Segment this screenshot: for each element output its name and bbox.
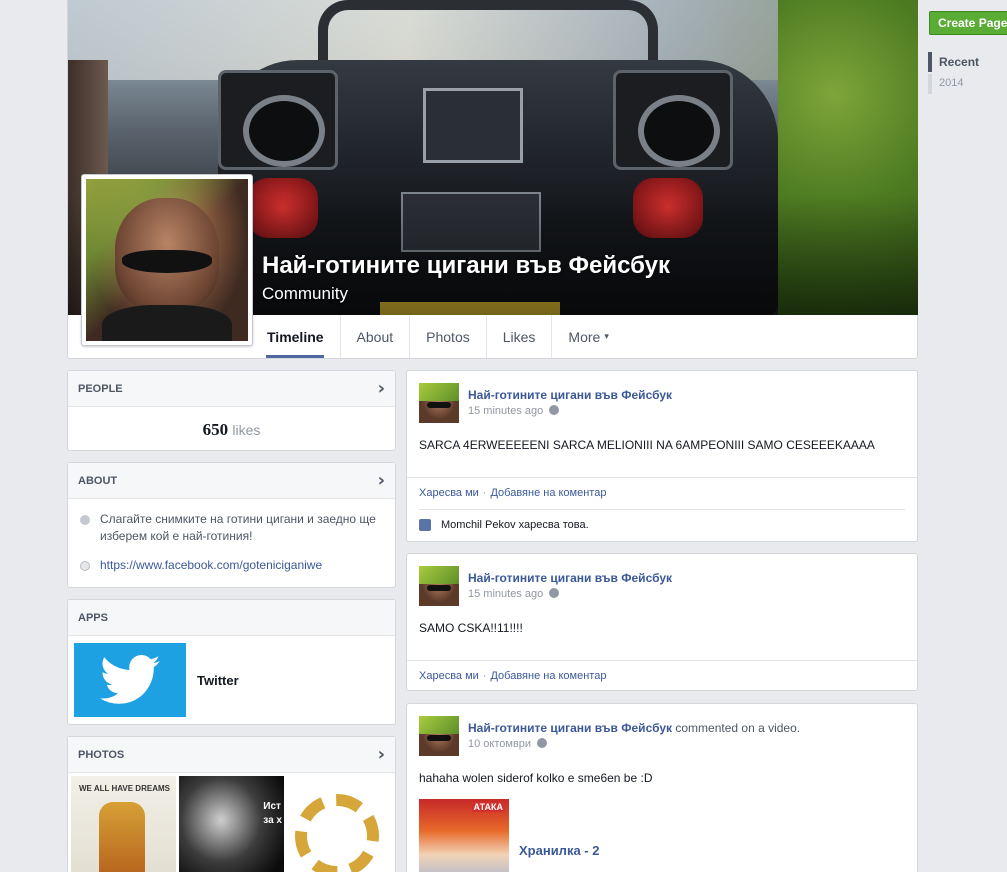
likes-label: likes <box>232 422 261 438</box>
profile-picture[interactable] <box>81 174 253 346</box>
post-action-text: commented on a video. <box>675 721 801 735</box>
create-page-button[interactable]: Create Page <box>929 11 1007 35</box>
post-author-link[interactable]: Най-готините цигани във Фейсбук <box>468 571 672 585</box>
photo-thumbnail[interactable]: WE ALL HAVE DREAMS <box>71 776 176 872</box>
chevron-right-icon[interactable]: › <box>378 745 385 764</box>
globe-icon <box>549 588 560 598</box>
photos-heading: PHOTOS <box>78 748 125 761</box>
post-avatar[interactable] <box>419 716 459 756</box>
info-icon <box>80 515 90 525</box>
post-actions: Харесва ми · Добавяне на коментар <box>407 477 917 507</box>
likes-summary-text[interactable]: Momchil Pekov харесва това. <box>441 519 589 531</box>
cover-card: Най-готините цигани във Фейсбук Communit… <box>67 0 918 359</box>
post-text: SAMO CSKA!!11!!!! <box>419 621 523 635</box>
comment-link[interactable]: Добавяне на коментар <box>490 670 606 682</box>
thumbs-up-icon <box>419 518 431 531</box>
people-heading: PEOPLE <box>78 382 123 395</box>
photo-thumbnail[interactable]: Ист за х <box>179 776 284 872</box>
post-likes-summary: Momchil Pekov харесва това. <box>419 509 905 539</box>
tab-more[interactable]: More ▾ <box>552 315 624 358</box>
post-timestamp[interactable]: 10 октомври <box>468 738 531 750</box>
tab-photos[interactable]: Photos <box>410 315 487 358</box>
likes-number: 650 <box>202 420 229 439</box>
about-card: ABOUT › Слагайте снимките на готини цига… <box>67 462 396 588</box>
likes-count: 650 likes <box>68 407 395 440</box>
tab-label: About <box>356 328 394 345</box>
timeline-post: Най-готините цигани във Фейсбук commente… <box>406 703 918 872</box>
like-link[interactable]: Харесва ми <box>419 670 479 682</box>
page-category: Community <box>262 284 348 303</box>
photos-header[interactable]: PHOTOS › <box>68 737 395 773</box>
video-brand: АТАКА <box>471 802 505 812</box>
like-link[interactable]: Харесва ми <box>419 487 479 499</box>
tab-timeline[interactable]: Timeline <box>255 315 341 358</box>
tab-label: More <box>568 328 601 345</box>
tab-label: Photos <box>426 328 470 345</box>
about-url-row: https://www.facebook.com/goteniciganiwe <box>68 545 395 574</box>
photo-caption: Ист за х <box>263 801 282 826</box>
post-avatar[interactable] <box>419 383 459 423</box>
separator: · <box>482 486 487 499</box>
people-header[interactable]: PEOPLE › <box>68 371 395 407</box>
post-author-link[interactable]: Най-готините цигани във Фейсбук <box>468 721 672 735</box>
about-heading: ABOUT <box>78 474 118 487</box>
post-text: SARCA 4ERWEEEEENI SARCA MELIONIII NA 6AM… <box>419 438 875 452</box>
page-title[interactable]: Най-готините цигани във Фейсбук <box>262 252 670 280</box>
separator: · <box>482 669 487 682</box>
about-description: Слагайте снимките на готини цигани и зае… <box>100 512 376 543</box>
chevron-right-icon[interactable]: › <box>378 379 385 398</box>
timeline-post: Най-готините цигани във Фейсбук 15 minut… <box>406 553 918 691</box>
app-twitter[interactable]: Twitter <box>68 636 395 724</box>
globe-icon <box>537 738 548 748</box>
timeline-year-nav: Recent 2014 <box>928 52 979 96</box>
tab-label: Likes <box>502 328 536 345</box>
post-timestamp[interactable]: 15 minutes ago <box>468 588 543 600</box>
timeline-nav-2014[interactable]: 2014 <box>928 74 979 94</box>
tab-about[interactable]: About <box>341 315 411 358</box>
caret-down-icon: ▾ <box>604 331 609 341</box>
photos-card: PHOTOS › WE ALL HAVE DREAMS Ист за х <box>67 736 396 872</box>
photo-caption: WE ALL HAVE DREAMS <box>79 784 170 793</box>
comment-link[interactable]: Добавяне на коментар <box>490 487 606 499</box>
post-actions: Харесва ми · Добавяне на коментар <box>407 660 917 690</box>
apps-heading: APPS <box>78 611 108 624</box>
post-text: hahaha wolen siderof kolko e sme6en be :… <box>419 771 653 785</box>
globe-icon <box>549 405 560 415</box>
timeline-post: Най-готините цигани във Фейсбук 15 minut… <box>406 370 918 542</box>
globe-icon <box>80 561 90 571</box>
people-card: PEOPLE › 650 likes <box>67 370 396 451</box>
shared-video[interactable]: АТАКА Хранилка - 2 <box>407 785 917 872</box>
photo-thumbnail[interactable] <box>287 776 392 872</box>
apps-header: APPS <box>68 600 395 636</box>
timeline-nav-recent[interactable]: Recent <box>928 52 979 72</box>
post-avatar[interactable] <box>419 566 459 606</box>
about-header[interactable]: ABOUT › <box>68 463 395 499</box>
post-timestamp[interactable]: 15 minutes ago <box>468 405 543 417</box>
tab-likes[interactable]: Likes <box>487 315 553 358</box>
about-description-row: Слагайте снимките на готини цигани и зае… <box>68 499 395 545</box>
about-website-link[interactable]: https://www.facebook.com/goteniciganiwe <box>100 557 322 574</box>
photo-grid: WE ALL HAVE DREAMS Ист за х <box>68 773 395 872</box>
apps-card: APPS Twitter <box>67 599 396 725</box>
video-title-link[interactable]: Хранилка - 2 <box>519 821 599 858</box>
video-thumbnail[interactable]: АТАКА <box>419 799 509 872</box>
twitter-bird-icon[interactable] <box>74 643 186 717</box>
tab-label: Timeline <box>267 328 324 345</box>
chevron-right-icon[interactable]: › <box>378 471 385 490</box>
page-tabs: Timeline About Photos Likes More ▾ <box>255 315 625 358</box>
post-author-link[interactable]: Най-готините цигани във Фейсбук <box>468 388 672 402</box>
app-label[interactable]: Twitter <box>197 673 239 688</box>
